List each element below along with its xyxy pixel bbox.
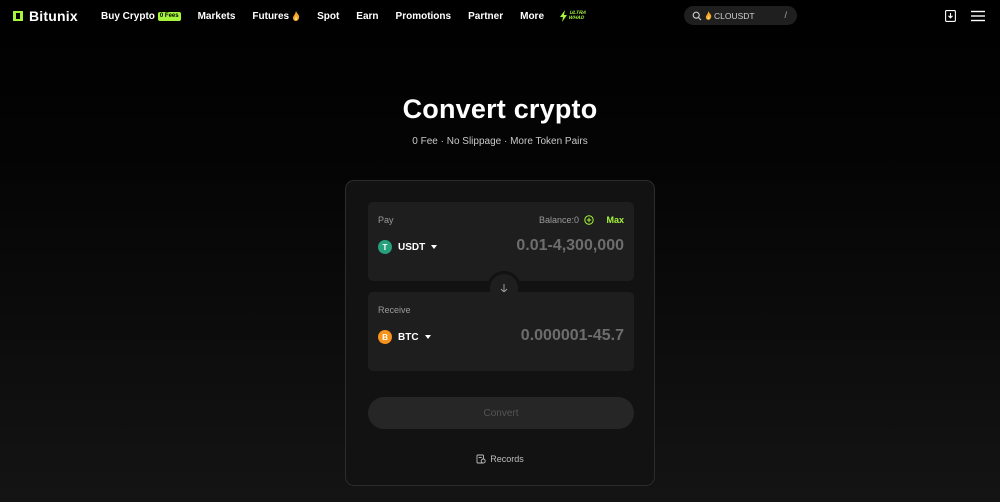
usdt-icon: T: [378, 240, 392, 254]
page-title: Convert crypto: [402, 94, 598, 124]
search-shortcut: /: [784, 10, 787, 20]
fire-icon: [293, 11, 300, 21]
top-navbar: Bitunix Buy Crypto 0 Fees Markets Future…: [0, 0, 1000, 32]
nav-earn-label: Earn: [356, 10, 379, 22]
pay-coin-selector[interactable]: T USDT: [378, 240, 438, 254]
ultra-line-2: WHAD: [568, 15, 585, 21]
pay-panel: Pay Balance:0 Max T USDT 0.01-4,300,000: [368, 202, 634, 281]
bitunix-logo-icon: [13, 11, 23, 21]
ultra-text: ULTRA WHAD: [568, 10, 587, 21]
nav-buy-crypto[interactable]: Buy Crypto 0 Fees: [101, 11, 181, 22]
receive-label: Receive: [378, 305, 411, 315]
zero-fees-badge: 0 Fees: [157, 11, 181, 21]
nav-promotions-label: Promotions: [395, 10, 452, 22]
page-subtitle: 0 Fee · No Slippage · More Token Pairs: [412, 136, 588, 147]
receive-coin-selector[interactable]: B BTC: [378, 330, 431, 344]
records-link[interactable]: Records: [346, 454, 654, 464]
chevron-down-icon: [431, 245, 438, 249]
pay-coin-name: USDT: [398, 241, 426, 253]
nav-earn[interactable]: Earn: [356, 11, 378, 22]
nav-markets[interactable]: Markets: [198, 11, 236, 22]
pay-label: Pay: [378, 215, 394, 225]
nav-markets-label: Markets: [197, 10, 236, 22]
nav-partner[interactable]: Partner: [468, 11, 503, 22]
pay-balance-text: Balance:0: [538, 215, 579, 225]
receive-coin-name: BTC: [398, 331, 419, 343]
chevron-down-icon: [424, 335, 431, 339]
nav-more-label: More: [520, 10, 545, 22]
receive-amount-input[interactable]: 0.000001-45.7: [521, 327, 624, 345]
fire-icon: [705, 11, 712, 20]
pay-balance: Balance:0: [539, 215, 594, 225]
search-placeholder: CLOUSDT: [714, 10, 755, 21]
nav-spot[interactable]: Spot: [317, 11, 339, 22]
records-icon: [476, 454, 486, 464]
brand-logo[interactable]: Bitunix: [11, 8, 78, 24]
main-menu: Buy Crypto 0 Fees Markets Futures Spot E…: [101, 10, 587, 22]
records-label: Records: [490, 454, 524, 464]
add-funds-icon[interactable]: [584, 215, 594, 225]
search-input[interactable]: CLOUSDT /: [684, 6, 797, 25]
nav-more[interactable]: More: [520, 11, 544, 22]
ultra-whad-promo[interactable]: ULTRA WHAD: [559, 10, 587, 22]
search-icon: [692, 11, 702, 20]
nav-spot-label: Spot: [317, 10, 340, 22]
btc-icon: B: [378, 330, 392, 344]
brand-name: Bitunix: [29, 8, 78, 24]
download-icon[interactable]: [945, 10, 956, 22]
max-button[interactable]: Max: [606, 215, 624, 225]
receive-panel: Receive B BTC 0.000001-45.7: [368, 292, 634, 371]
nav-futures[interactable]: Futures: [252, 11, 300, 22]
convert-card: Pay Balance:0 Max T USDT 0.01-4,300,000 …: [345, 180, 655, 486]
nav-promotions[interactable]: Promotions: [396, 11, 452, 22]
nav-buy-crypto-label: Buy Crypto: [101, 10, 155, 22]
nav-futures-label: Futures: [252, 10, 290, 22]
nav-partner-label: Partner: [468, 10, 504, 22]
ultra-bolt-icon: [560, 10, 568, 22]
convert-button[interactable]: Convert: [368, 397, 634, 429]
menu-icon[interactable]: [971, 10, 985, 22]
pay-amount-input[interactable]: 0.01-4,300,000: [516, 237, 624, 255]
